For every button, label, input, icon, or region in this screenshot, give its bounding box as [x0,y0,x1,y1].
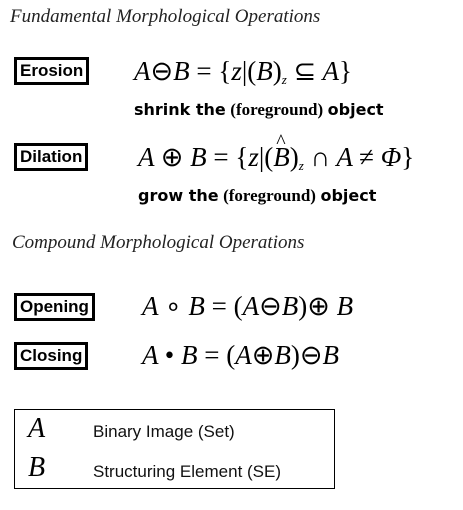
fundamental-heading: Fundamental Morphological Operations [10,6,321,27]
dilation-formula: A ⊕ B = {z|(B)z ∩ A ≠ Φ} [138,127,414,181]
legend-text-b: Structuring Element (SE) [93,462,282,481]
legend-symbol-b: B [28,452,46,483]
dilation-label: Dilation [14,143,89,171]
dilation-description: grow the (foreground) object [138,186,377,205]
opening-label: Opening [14,293,95,321]
compound-heading: Compound Morphological Operations [12,232,305,253]
erosion-label: Erosion [14,57,90,85]
erosion-description: shrink the (foreground) object [134,100,384,119]
opening-formula: A ∘ B = (A⊖B)⊕ B [142,291,354,321]
legend-box: A Binary Image (Set) B Structuring Eleme… [14,409,335,489]
closing-label: Closing [14,342,89,370]
legend-symbol-a: A [28,413,46,444]
b-hat: B [273,127,290,172]
erosion-formula: A⊖B = {z|(B)z ⊆ A} [134,56,352,87]
legend-text-a: Binary Image (Set) [93,422,235,441]
closing-formula: A • B = (A⊕B)⊖B [142,340,339,370]
